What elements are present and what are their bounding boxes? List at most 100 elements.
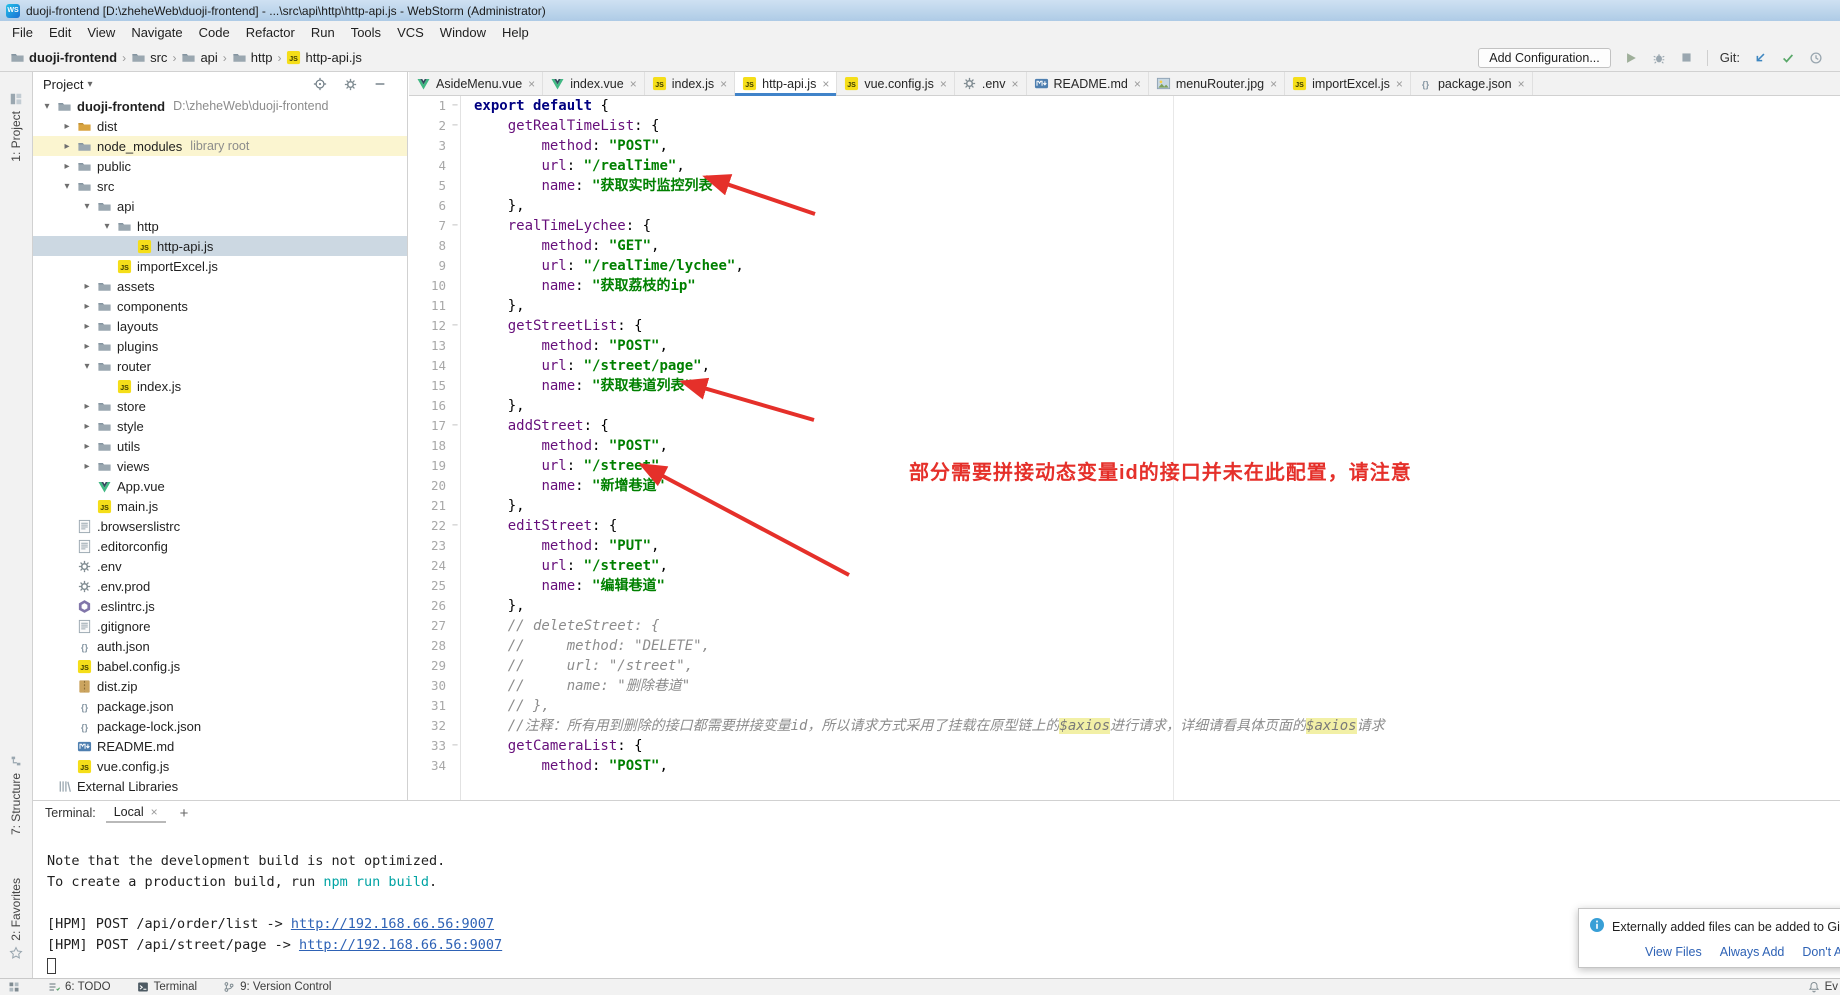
tab-index-js[interactable]: JSindex.js× — [645, 72, 735, 95]
tree-item-babel-config-js[interactable]: JSbabel.config.js — [33, 656, 407, 676]
tab-importexcel-js[interactable]: JSimportExcel.js× — [1285, 72, 1411, 95]
tool-windows-icon[interactable] — [8, 981, 20, 993]
tab-menurouter-jpg[interactable]: menuRouter.jpg× — [1149, 72, 1285, 95]
tree-item-browserslistrc[interactable]: .browserslistrc — [33, 516, 407, 536]
terminal-link[interactable]: http://192.168.66.56:9007 — [299, 937, 502, 953]
chevron-right-icon[interactable]: ▸ — [79, 421, 95, 432]
close-icon[interactable]: × — [1396, 77, 1403, 91]
tab-env[interactable]: .env× — [955, 72, 1027, 95]
tree-item-main-js[interactable]: JSmain.js — [33, 496, 407, 516]
chevron-down-icon[interactable]: ▾ — [87, 79, 92, 90]
event-log-widget[interactable]: Ev — [1808, 981, 1840, 993]
menu-help[interactable]: Help — [494, 21, 537, 44]
tree-item-node-modules[interactable]: ▸node_moduleslibrary root — [33, 136, 407, 156]
tree-item-layouts[interactable]: ▸layouts — [33, 316, 407, 336]
chevron-right-icon[interactable]: ▸ — [59, 141, 75, 152]
terminal-link[interactable]: http://192.168.66.56:9007 — [291, 916, 494, 932]
chevron-down-icon[interactable]: ▾ — [59, 181, 75, 192]
chevron-down-icon[interactable]: ▾ — [39, 101, 55, 112]
tree-item-readme-md[interactable]: README.md — [33, 736, 407, 756]
chevron-down-icon[interactable]: ▾ — [99, 221, 115, 232]
chevron-right-icon[interactable]: ▸ — [59, 161, 75, 172]
favorites-tool-button[interactable]: 2: Favorites — [0, 878, 32, 960]
gear-icon[interactable] — [341, 75, 359, 93]
tree-item-http[interactable]: ▾http — [33, 216, 407, 236]
status-6-todo[interactable]: 6: TODO — [48, 981, 111, 993]
menu-refactor[interactable]: Refactor — [238, 21, 303, 44]
fold-marker[interactable]: − — [452, 736, 458, 756]
close-icon[interactable]: × — [720, 77, 727, 91]
breadcrumb-duoji-frontend[interactable]: duoji-frontend — [8, 50, 119, 65]
chevron-right-icon[interactable]: ▸ — [79, 321, 95, 332]
debug-icon[interactable] — [1651, 50, 1667, 66]
git-commit-icon[interactable] — [1780, 50, 1796, 66]
stop-icon[interactable] — [1679, 50, 1695, 66]
tree-item-public[interactable]: ▸public — [33, 156, 407, 176]
tree-item-store[interactable]: ▸store — [33, 396, 407, 416]
git-update-icon[interactable] — [1752, 50, 1768, 66]
tree-item-package-lock-json[interactable]: {}package-lock.json — [33, 716, 407, 736]
notification-link-always-add[interactable]: Always Add — [1720, 945, 1785, 959]
chevron-right-icon[interactable]: ▸ — [79, 441, 95, 452]
fold-marker[interactable]: − — [452, 416, 458, 436]
close-icon[interactable]: × — [151, 805, 158, 819]
status-9-version-control[interactable]: 9: Version Control — [223, 981, 331, 993]
tree-item-http-api-js[interactable]: JShttp-api.js — [33, 236, 407, 256]
chevron-right-icon[interactable]: ▸ — [79, 301, 95, 312]
menu-view[interactable]: View — [79, 21, 123, 44]
run-icon[interactable] — [1623, 50, 1639, 66]
close-icon[interactable]: × — [1134, 77, 1141, 91]
fold-marker[interactable]: − — [452, 316, 458, 336]
tree-item-dist[interactable]: ▸dist — [33, 116, 407, 136]
select-opened-file-icon[interactable] — [311, 75, 329, 93]
close-icon[interactable]: × — [822, 77, 829, 91]
menu-edit[interactable]: Edit — [41, 21, 79, 44]
breadcrumb-http[interactable]: http — [230, 50, 275, 65]
breadcrumb-src[interactable]: src — [129, 50, 169, 65]
menu-vcs[interactable]: VCS — [389, 21, 432, 44]
notification-link-don-t-ask-agai[interactable]: Don't Ask Agai — [1802, 945, 1840, 959]
tree-item-style[interactable]: ▸style — [33, 416, 407, 436]
tree-item-editorconfig[interactable]: .editorconfig — [33, 536, 407, 556]
tree-item-plugins[interactable]: ▸plugins — [33, 336, 407, 356]
terminal-tab-local[interactable]: Local × — [106, 803, 166, 823]
tab-http-api-js[interactable]: JShttp-api.js× — [735, 72, 837, 95]
breadcrumb-http-api-js[interactable]: JShttp-api.js — [284, 50, 363, 65]
tree-item-gitignore[interactable]: .gitignore — [33, 616, 407, 636]
close-icon[interactable]: × — [1518, 77, 1525, 91]
tree-item-duoji-frontend[interactable]: ▾duoji-frontendD:\zheheWeb\duoji-fronten… — [33, 96, 407, 116]
menu-file[interactable]: File — [4, 21, 41, 44]
fold-marker[interactable]: − — [452, 516, 458, 536]
project-tool-button[interactable]: 1: Project — [0, 92, 32, 162]
chevron-down-icon[interactable]: ▾ — [79, 361, 95, 372]
new-terminal-button[interactable]: + — [176, 805, 193, 822]
menu-code[interactable]: Code — [191, 21, 238, 44]
tree-item-env-prod[interactable]: .env.prod — [33, 576, 407, 596]
menu-tools[interactable]: Tools — [343, 21, 389, 44]
structure-tool-button[interactable]: 7: Structure — [0, 754, 32, 835]
chevron-right-icon[interactable]: ▸ — [79, 401, 95, 412]
tree-item-views[interactable]: ▸views — [33, 456, 407, 476]
tree-item-dist-zip[interactable]: dist.zip — [33, 676, 407, 696]
tab-index-vue[interactable]: index.vue× — [543, 72, 645, 95]
tab-readme-md[interactable]: README.md× — [1027, 72, 1149, 95]
menu-window[interactable]: Window — [432, 21, 494, 44]
notification-link-view-files[interactable]: View Files — [1645, 945, 1702, 959]
tree-item-env[interactable]: .env — [33, 556, 407, 576]
tree-item-router[interactable]: ▾router — [33, 356, 407, 376]
tree-item-vue-config-js[interactable]: JSvue.config.js — [33, 756, 407, 776]
tab-vue-config-js[interactable]: JSvue.config.js× — [837, 72, 955, 95]
tab-asidemenu-vue[interactable]: AsideMenu.vue× — [409, 72, 543, 95]
tab-package-json[interactable]: {}package.json× — [1411, 72, 1533, 95]
chevron-right-icon[interactable]: ▸ — [79, 341, 95, 352]
git-history-icon[interactable] — [1808, 50, 1824, 66]
tree-item-package-json[interactable]: {}package.json — [33, 696, 407, 716]
tree-item-utils[interactable]: ▸utils — [33, 436, 407, 456]
tree-item-external-libraries[interactable]: External Libraries — [33, 776, 407, 796]
tree-item-components[interactable]: ▸components — [33, 296, 407, 316]
tree-item-assets[interactable]: ▸assets — [33, 276, 407, 296]
add-configuration-button[interactable]: Add Configuration... — [1478, 48, 1611, 68]
chevron-right-icon[interactable]: ▸ — [79, 461, 95, 472]
tree-item-importexcel-js[interactable]: JSimportExcel.js — [33, 256, 407, 276]
tree-item-app-vue[interactable]: App.vue — [33, 476, 407, 496]
